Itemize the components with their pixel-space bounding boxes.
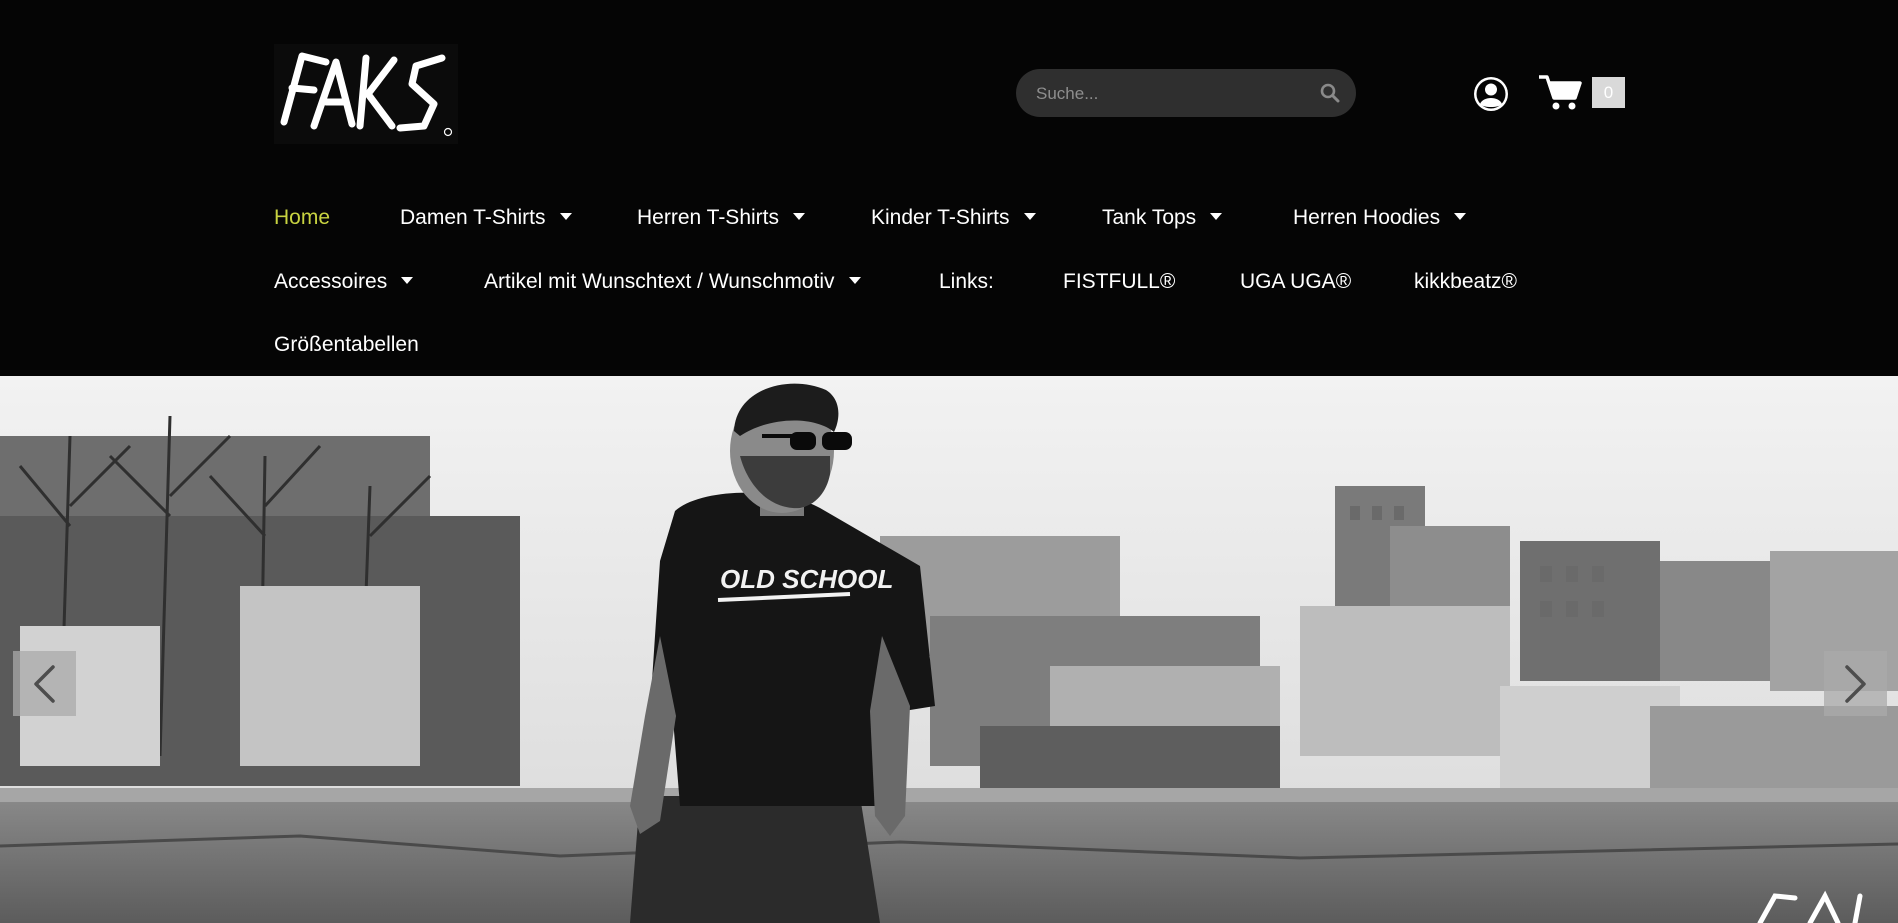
nav-link-kikkbeatz[interactable]: kikkbeatz®	[1414, 269, 1517, 295]
nav-link-fistfull[interactable]: FISTFULL®	[1063, 269, 1175, 295]
caret-down-icon	[401, 277, 414, 284]
search-box[interactable]	[1016, 69, 1356, 119]
nav-accessoires-label: Accessoires	[274, 270, 388, 293]
chevron-left-icon	[34, 665, 55, 703]
nav-groessentabellen[interactable]: Größentabellen	[274, 332, 419, 358]
nav-herren-tshirts-label: Herren T-Shirts	[637, 206, 779, 229]
slider-prev-button[interactable]	[13, 651, 76, 716]
nav-home[interactable]: Home	[274, 205, 330, 231]
nav-kinder-tshirts[interactable]: Kinder T-Shirts	[871, 205, 1036, 231]
nav-damen-tshirts[interactable]: Damen T-Shirts	[400, 205, 572, 231]
caret-down-icon	[1210, 213, 1223, 220]
chevron-right-icon	[1845, 665, 1866, 703]
nav-wunschtext-label: Artikel mit Wunschtext / Wunschmotiv	[484, 270, 835, 293]
shirt-print-text: OLD SCHOOL	[720, 564, 893, 594]
nav-tank-tops[interactable]: Tank Tops	[1102, 205, 1223, 231]
site-header: 0 Home Damen T-Shirts Herren T-Shirts Ki…	[0, 0, 1898, 376]
nav-herren-hoodies[interactable]: Herren Hoodies	[1293, 205, 1467, 231]
caret-down-icon	[793, 213, 805, 220]
nav-damen-tshirts-label: Damen T-Shirts	[400, 206, 546, 229]
hero-image: OLD SCHOOL	[0, 376, 1898, 923]
nav-accessoires[interactable]: Accessoires	[274, 269, 414, 295]
caret-down-icon	[1023, 213, 1036, 220]
search-icon[interactable]	[1320, 83, 1340, 103]
nav-wunschtext[interactable]: Artikel mit Wunschtext / Wunschmotiv	[484, 269, 861, 295]
nav-herren-hoodies-label: Herren Hoodies	[1293, 206, 1441, 229]
caret-down-icon	[1454, 213, 1467, 220]
cart-count-badge[interactable]: 0	[1592, 77, 1625, 108]
nav-links-label: Links:	[939, 270, 994, 293]
hero-slider: OLD SCHOOL	[0, 376, 1898, 923]
caret-down-icon	[848, 277, 861, 284]
nav-tank-tops-label: Tank Tops	[1102, 206, 1197, 229]
account-icon[interactable]	[1472, 75, 1510, 113]
nav-kinder-tshirts-label: Kinder T-Shirts	[871, 206, 1010, 229]
caret-down-icon	[559, 213, 572, 220]
slider-next-button[interactable]	[1824, 651, 1887, 716]
nav-herren-tshirts[interactable]: Herren T-Shirts	[637, 205, 805, 231]
cart-icon[interactable]	[1538, 74, 1582, 112]
site-logo[interactable]	[274, 44, 458, 144]
nav-link-uga-uga[interactable]: UGA UGA®	[1240, 269, 1351, 295]
search-input[interactable]	[1034, 69, 1318, 119]
